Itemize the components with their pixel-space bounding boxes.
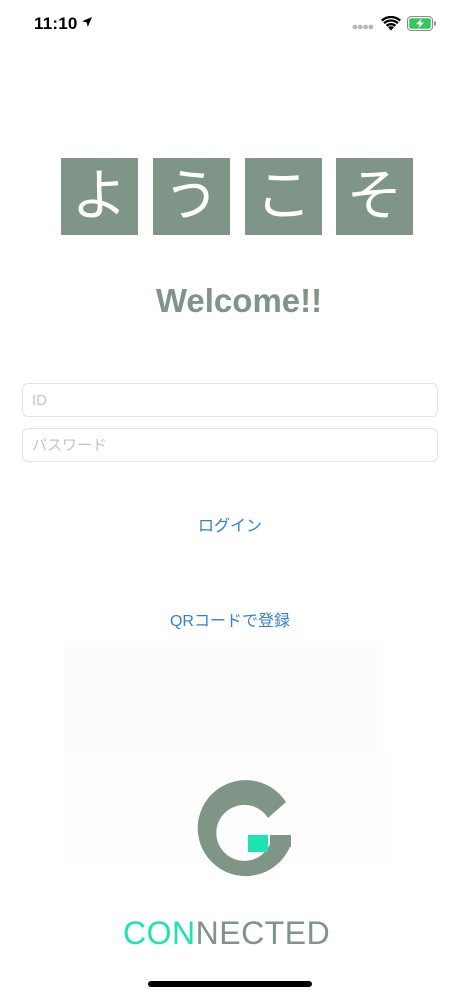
background-panel (64, 642, 382, 752)
home-indicator[interactable] (148, 981, 312, 987)
welcome-tile: う (153, 158, 230, 235)
cellular-signal-icon (352, 24, 374, 30)
status-bar: 11:10 (0, 0, 460, 50)
logo-text-rest: NECTED (196, 915, 331, 949)
welcome-tiles: よ う こ そ (61, 158, 414, 236)
welcome-tile: そ (336, 158, 413, 235)
logo-text-accent: CON (123, 915, 196, 949)
location-arrow-icon (82, 17, 92, 27)
wifi-icon (381, 16, 401, 31)
svg-text:CONNECTED: CONNECTED (123, 915, 330, 949)
login-button[interactable]: ログイン (0, 512, 460, 536)
qr-register-button[interactable]: QRコードで登録 (0, 607, 460, 631)
welcome-tile: よ (61, 158, 138, 235)
password-input[interactable] (22, 428, 438, 462)
welcome-heading: Welcome!! (155, 282, 323, 319)
connected-logo-text: CONNECTED (123, 915, 330, 949)
battery-charging-icon (407, 16, 436, 31)
g-logo-icon (197, 780, 291, 877)
welcome-tile: こ (245, 158, 322, 235)
status-time: 11:10 (34, 14, 78, 33)
id-input[interactable] (22, 383, 438, 417)
